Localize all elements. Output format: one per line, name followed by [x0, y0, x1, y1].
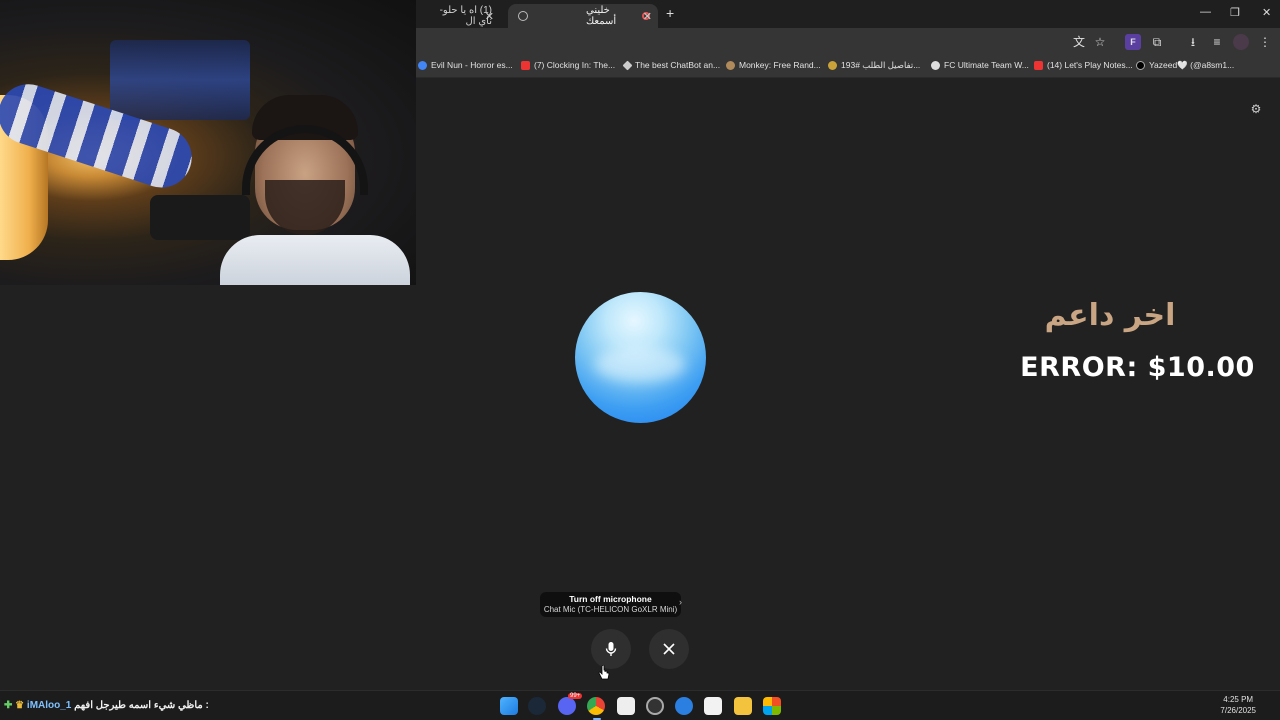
plus-icon: ✚	[4, 700, 13, 711]
download-icon[interactable]: ⭳	[1185, 34, 1201, 50]
ticker-username: iMAloo_1	[26, 700, 72, 711]
discord-icon[interactable]: 99+	[558, 693, 583, 715]
donation-amount: ERROR: $10.00	[1020, 352, 1255, 383]
file-explorer-icon[interactable]	[734, 697, 752, 715]
capcut-alt-icon[interactable]	[704, 697, 722, 715]
menu-kebab-icon[interactable]: ⋮	[1257, 34, 1273, 50]
tab-chat-voice[interactable]: خليني أسمعك ✕	[508, 4, 658, 28]
crown-icon: ♛	[15, 700, 25, 711]
monkey-icon	[726, 60, 735, 70]
settings-sliders-icon[interactable]: ⚙	[1249, 102, 1263, 116]
discord-badge: 99+	[568, 693, 583, 699]
google-icon	[418, 60, 427, 70]
extensions-puzzle-icon[interactable]: ⧉	[1149, 34, 1165, 50]
system-clock[interactable]: 4:25 PM 7/26/2025	[1220, 694, 1256, 716]
youtube-icon	[1034, 60, 1043, 70]
profile-avatar-icon[interactable]	[1233, 34, 1249, 50]
last-donor-title: اخر داعم	[1044, 298, 1176, 333]
chrome-icon[interactable]	[587, 697, 605, 715]
capcut-icon[interactable]	[617, 697, 635, 715]
bookmark-item[interactable]: (14) Let's Play Notes...	[1034, 60, 1133, 70]
new-tab-icon[interactable]: +	[666, 5, 674, 21]
bookmark-item[interactable]: Evil Nun - Horror es...	[418, 60, 513, 70]
steam-icon[interactable]	[528, 697, 546, 715]
tab-label: خليني أسمعك	[586, 5, 617, 27]
poe-icon	[622, 60, 633, 70]
tiktok-icon	[1136, 61, 1145, 70]
jerseys-shelf	[110, 40, 250, 120]
obs-icon[interactable]	[646, 697, 664, 715]
ticker-message: ماظي شيء اسمه طيرجل افهم :	[74, 700, 209, 711]
bookmark-item[interactable]: Yazeed🤍 (@a8sm1...	[1136, 60, 1234, 71]
tooltip-title: Turn off microphone	[569, 594, 652, 604]
end-voice-button[interactable]	[649, 629, 689, 669]
chevron-right-icon: ›	[679, 597, 682, 607]
tooltip-subtitle: Chat Mic (TC-HELICON GoXLR Mini)	[543, 605, 678, 614]
chat-ticker: ✚ ♛ iMAloo_1 ماظي شيء اسمه طيرجل افهم :	[4, 700, 209, 711]
microphone-button[interactable]	[591, 629, 631, 669]
bookmarks-bar: Evil Nun - Horror es... (7) Clocking In:…	[416, 56, 1280, 78]
taskbar: ✚ ♛ iMAloo_1 ماظي شيء اسمه طيرجل افهم : …	[0, 690, 1280, 720]
media-controls-icon[interactable]: ≡	[1209, 34, 1225, 50]
streamer	[220, 95, 410, 285]
bookmark-item[interactable]: (7) Clocking In: The...	[521, 60, 615, 70]
close-icon	[663, 643, 675, 655]
tab-label: (1) اه يا حلو- ناي ال	[439, 5, 492, 27]
close-tab-icon[interactable]: ✕	[485, 10, 494, 23]
voice-orb	[575, 292, 706, 423]
fc-icon	[931, 60, 940, 70]
minimize-icon[interactable]: —	[1200, 6, 1211, 18]
clock-date: 7/26/2025	[1220, 706, 1256, 715]
browser-toolbar: 文 ☆ F ⧉ ⭳ ≡ ⋮	[416, 28, 1280, 56]
mic-tooltip: Turn off microphone Chat Mic (TC-HELICON…	[540, 592, 681, 617]
translate-icon[interactable]: 文	[1071, 34, 1087, 50]
screen: (1) اه يا حلو- ناي ال ✕ خليني أسمعك ✕ + …	[0, 0, 1280, 720]
bookmark-star-icon[interactable]: ☆	[1092, 34, 1108, 50]
close-tab-icon[interactable]: ✕	[643, 10, 652, 23]
hand-cursor-icon	[598, 665, 610, 680]
restore-icon[interactable]: ❐	[1230, 6, 1240, 19]
microsoft-store-icon[interactable]	[763, 697, 781, 715]
extension-f-icon[interactable]: F	[1125, 34, 1141, 50]
copilot-icon[interactable]	[675, 697, 693, 715]
bookmark-item[interactable]: The best ChatBot an...	[622, 60, 720, 70]
microphone-icon	[605, 642, 617, 656]
youtube-icon	[521, 60, 530, 70]
order-icon	[828, 61, 837, 70]
bookmark-item[interactable]: Monkey: Free Rand...	[726, 60, 821, 70]
clock-time: 4:25 PM	[1223, 695, 1254, 704]
close-window-icon[interactable]: ✕	[1262, 6, 1271, 19]
chatgpt-favicon-icon	[518, 11, 528, 21]
webcam-overlay	[0, 0, 416, 285]
browser-tab-strip: (1) اه يا حلو- ناي ال ✕ خليني أسمعك ✕ + …	[416, 0, 1280, 28]
windows-start-icon[interactable]	[500, 697, 518, 715]
bookmark-item[interactable]: تفاصيل الطلب #193...	[828, 60, 920, 71]
bookmark-item[interactable]: FC Ultimate Team W...	[931, 60, 1029, 70]
tab-music[interactable]: (1) اه يا حلو- ناي ال ✕	[416, 4, 500, 28]
